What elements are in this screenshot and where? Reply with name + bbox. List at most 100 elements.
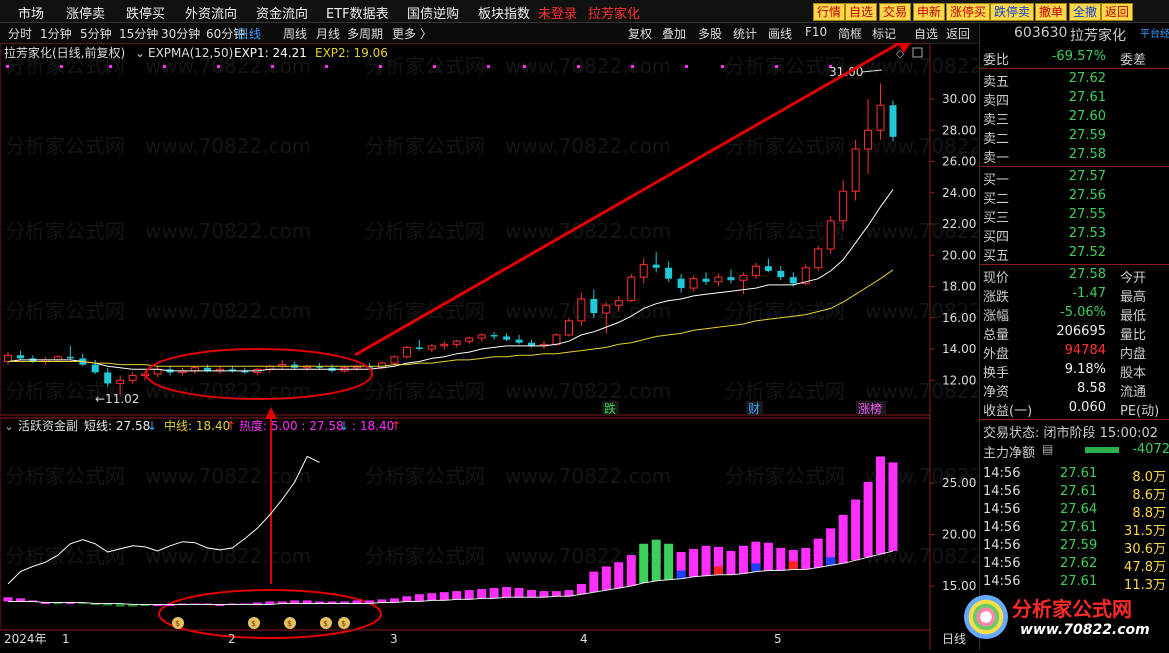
- bid-price[interactable]: 27.52: [1069, 245, 1106, 260]
- sub-bar: [489, 588, 499, 599]
- ask-price[interactable]: 27.61: [1069, 90, 1106, 105]
- toolbar-button[interactable]: 交易: [879, 3, 912, 21]
- period-tab[interactable]: 5分钟: [80, 25, 112, 42]
- toolbar-button[interactable]: 涨停买: [946, 3, 991, 21]
- menu-item[interactable]: 市场: [18, 3, 44, 22]
- chart-tool-button[interactable]: 返回: [946, 25, 970, 42]
- diamond-icon[interactable]: ◇: [896, 47, 905, 60]
- chart-tool-button[interactable]: 多股: [698, 25, 722, 42]
- weicha-label: 委差: [1120, 53, 1147, 68]
- chart-tool-button[interactable]: 标记: [872, 25, 896, 42]
- tick-time: 14:56: [983, 574, 1021, 589]
- flower-icon: [964, 595, 1008, 639]
- toolbar-button[interactable]: 申新: [913, 3, 946, 21]
- sub-bar: [888, 462, 898, 551]
- marker-dot: [775, 65, 778, 68]
- toolbar-button[interactable]: 返回: [1101, 3, 1134, 21]
- marker-dot: [685, 65, 688, 68]
- sub-heat-value: 热度: 5.00 : 27.58: [239, 418, 344, 433]
- watermark-text: 分析家公式网: [5, 134, 125, 158]
- ask-price[interactable]: 27.62: [1069, 71, 1106, 86]
- logo-url: www.70822.com: [1020, 622, 1150, 638]
- stat-label: 现价: [983, 271, 1010, 286]
- divider: [980, 166, 1169, 167]
- toolbar-button[interactable]: 跌停卖: [990, 3, 1035, 21]
- platform-badge[interactable]: 平台经: [1140, 25, 1169, 40]
- ask-price[interactable]: 27.58: [1069, 147, 1106, 162]
- menu-item[interactable]: 跌停买: [126, 3, 165, 22]
- bid-price[interactable]: 27.53: [1069, 226, 1106, 241]
- toolbar-button[interactable]: 撤单: [1035, 3, 1068, 21]
- toolbar-button[interactable]: 行情: [813, 3, 846, 21]
- watermark-text: www.70822.com: [145, 299, 311, 323]
- bid-price[interactable]: 27.56: [1069, 188, 1106, 203]
- sub-heat-value-2: : 18.40: [352, 419, 394, 433]
- period-tab[interactable]: 周线: [283, 25, 307, 42]
- bid-label: 买一: [983, 173, 1010, 188]
- chart-tool-button[interactable]: 画线: [768, 25, 792, 42]
- sub-chart-title: 活跃资金副: [18, 418, 78, 433]
- stat-label-2: PE(动): [1120, 404, 1160, 419]
- candle-body: [602, 304, 611, 314]
- ask-price[interactable]: 27.59: [1069, 128, 1106, 143]
- tick-price: 27.61: [1060, 520, 1098, 535]
- period-tab[interactable]: 月线: [316, 25, 340, 42]
- sub-bar: [477, 589, 487, 599]
- menu-item[interactable]: 涨停卖: [66, 3, 105, 22]
- period-tab[interactable]: 1分钟: [40, 25, 72, 42]
- kline-chart-svg[interactable]: 分析家公式网 www.70822.com 分析家公式网 www.70822.com 分析…: [0, 35, 1031, 650]
- menu-item[interactable]: 外资流向: [185, 3, 237, 22]
- period-tab[interactable]: 分时: [8, 25, 32, 42]
- ask-price[interactable]: 27.60: [1069, 109, 1106, 124]
- chart-area[interactable]: 分析家公式网 www.70822.com 分析家公式网 www.70822.com 分析…: [0, 35, 1031, 650]
- y-axis-label: 24.00: [942, 186, 976, 200]
- divider: [980, 264, 1169, 265]
- sub-bar-accent: [676, 570, 686, 579]
- watermark-text: www.70822.com: [145, 379, 311, 403]
- chart-tool-button[interactable]: 自选: [914, 25, 938, 42]
- candle-body: [128, 375, 137, 381]
- watermark-layer: 分析家公式网 www.70822.com 分析家公式网 www.70822.com 分析…: [5, 54, 1031, 568]
- marker-dot: [271, 65, 274, 68]
- chart-tool-button[interactable]: F10: [805, 25, 827, 39]
- menu-item[interactable]: 板块指数: [478, 3, 530, 22]
- up-arrow-icon: ↑: [226, 419, 236, 433]
- marker-dot: [631, 65, 634, 68]
- toolbar-button[interactable]: 自选: [845, 3, 878, 21]
- menu-item[interactable]: 资金流向: [256, 3, 308, 22]
- money-bag-icon-symbol: $: [323, 619, 328, 628]
- net-flow-label: 主力净额: [983, 446, 1036, 461]
- sub-bar: [514, 588, 524, 598]
- period-tab[interactable]: 15分钟: [119, 25, 158, 42]
- chart-tool-button[interactable]: 简框: [838, 25, 862, 42]
- marker-dot: [6, 65, 9, 68]
- chart-tool-button[interactable]: 叠加: [662, 25, 686, 42]
- y-axis-label: 30.00: [942, 92, 976, 106]
- list-icon[interactable]: ▤: [1042, 442, 1053, 456]
- period-tab[interactable]: 更多 〉: [392, 25, 432, 42]
- period-tab[interactable]: 多周期: [347, 25, 383, 42]
- quote-row: 涨幅 -5.06% 最低: [980, 305, 1169, 324]
- sub-bar: [589, 571, 599, 593]
- chart-tool-button[interactable]: 统计: [733, 25, 757, 42]
- stat-label-2: 量比: [1120, 328, 1147, 343]
- quote-row: 现价 27.58 今开: [980, 267, 1169, 286]
- watermark-text: 分析家公式网: [725, 379, 845, 403]
- period-tab[interactable]: 30分钟: [161, 25, 200, 42]
- watermark-text: 分析家公式网: [725, 54, 845, 78]
- toolbar-button[interactable]: 全撤: [1069, 3, 1102, 21]
- chart-tool-button[interactable]: 复权: [628, 25, 652, 42]
- watermark-text: 分析家公式网: [365, 134, 485, 158]
- login-status[interactable]: 未登录: [538, 3, 577, 22]
- menu-item[interactable]: 国债逆购: [407, 3, 459, 22]
- watermark-text: 分析家公式网: [365, 544, 485, 568]
- bid-price[interactable]: 27.55: [1069, 207, 1106, 222]
- quote-row: 买一 27.57: [980, 169, 1169, 188]
- event-label: 涨榜: [858, 401, 882, 416]
- tick-time: 14:56: [983, 538, 1021, 553]
- x-axis-label: 5: [774, 632, 782, 646]
- menu-item[interactable]: ETF数据表: [326, 3, 389, 22]
- bid-price[interactable]: 27.57: [1069, 169, 1106, 184]
- money-bag-icon-symbol: $: [175, 619, 180, 628]
- period-tab[interactable]: 日线: [237, 25, 261, 42]
